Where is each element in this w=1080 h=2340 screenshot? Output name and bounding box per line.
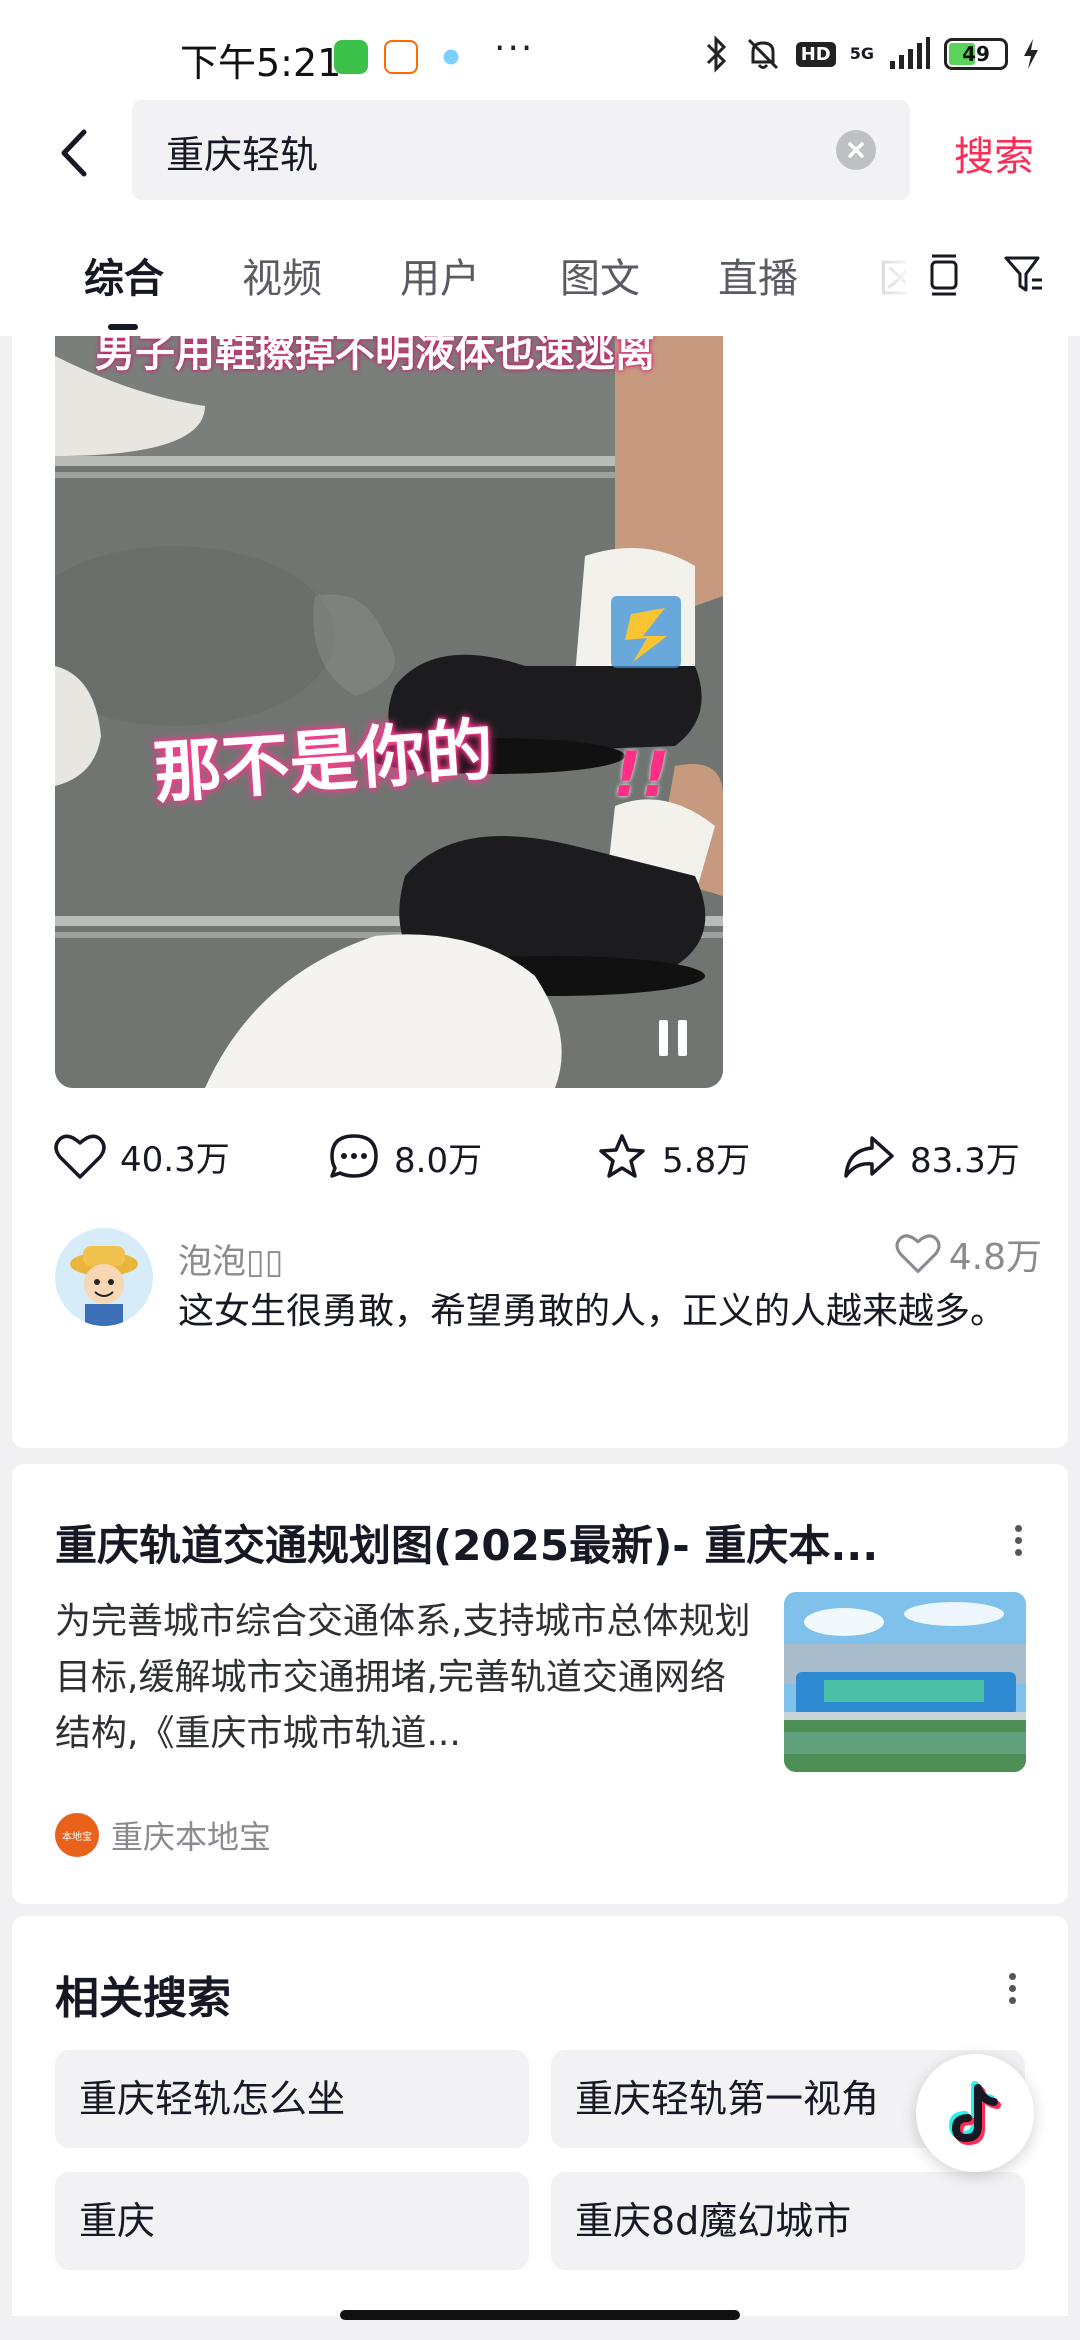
more-notifications-icon: ··· [494, 28, 535, 69]
douyin-logo-icon [948, 2081, 1001, 2146]
bluetooth-icon [706, 35, 726, 73]
like-count: 40.3万 [120, 1140, 230, 1180]
search-input[interactable]: 重庆轻轨 [132, 100, 910, 200]
top-comment[interactable]: 泡泡▯▯ 4.8万 这女生很勇敢，希望勇敢的人，正义的人越来越多。 [12, 1228, 1068, 1428]
douyin-floating-button[interactable] [916, 2054, 1034, 2172]
active-tab-indicator [108, 324, 138, 330]
video-player[interactable]: 男子用鞋擦掉不明液体也速逃离 那不是你的 !! [55, 336, 723, 1088]
search-query: 重庆轻轨 [166, 133, 319, 177]
tab-list-icon[interactable] [920, 250, 968, 298]
comment-like-count: 4.8万 [948, 1237, 1042, 1278]
article-title[interactable]: 重庆轨道交通规划图(2025最新)- 重庆本... [55, 1512, 955, 1573]
related-search-chip[interactable]: 重庆8d魔幻城市 [551, 2172, 1025, 2270]
article-thumbnail[interactable] [784, 1592, 1026, 1772]
like-button[interactable]: 40.3万 [54, 1132, 230, 1181]
wechat-notification-icon [334, 40, 368, 74]
share-arrow-icon [844, 1136, 894, 1178]
heart-icon [54, 1134, 106, 1179]
tab-users[interactable]: 用户 [400, 246, 480, 304]
tabs-fade [860, 240, 920, 300]
mute-bell-icon [747, 38, 778, 70]
video-actions: 40.3万 8.0万 5.8万 83.3万 [12, 1120, 1068, 1200]
article-description: 为完善城市综合交通体系,支持城市总体规划目标,缓解城市交通拥堵,完善轨道交通网络… [55, 1601, 751, 1754]
status-indicators: HD 5G 49 [704, 34, 1040, 74]
video-overlay-exclaim: !! [613, 738, 670, 811]
video-result-card: 男子用鞋擦掉不明液体也速逃离 那不是你的 !! 40.3万 8.0万 5.8万 … [12, 336, 1068, 1448]
favorite-count: 5.8万 [662, 1140, 751, 1181]
comment-count: 8.0万 [394, 1140, 483, 1181]
related-more-icon[interactable] [1002, 1968, 1022, 2018]
comment-bubble-icon [330, 1134, 378, 1178]
cloud-app-notification-icon [434, 40, 468, 74]
result-tabs: 综合 视频 用户 图文 直播 区 [0, 210, 1080, 336]
comment-like-button[interactable]: 4.8万 [895, 1228, 1042, 1280]
commenter-name[interactable]: 泡泡▯▯ [178, 1234, 283, 1283]
related-search-chip[interactable]: 重庆轻轨怎么坐 [55, 2050, 529, 2148]
star-icon [599, 1134, 645, 1178]
battery-indicator: 49 [944, 38, 1008, 70]
related-searches-card: 相关搜索 重庆轻轨怎么坐 重庆轻轨第一视角 重庆 重庆8d魔幻城市 [12, 1916, 1068, 2316]
share-count: 83.3万 [910, 1140, 1020, 1181]
status-bar: 下午5:21 ··· HD 5G 49 [0, 0, 1080, 100]
filter-icon[interactable] [1000, 250, 1048, 298]
charging-icon [1024, 39, 1038, 69]
heart-outline-icon [895, 1234, 941, 1274]
comment-button[interactable]: 8.0万 [328, 1132, 482, 1182]
tab-live[interactable]: 直播 [718, 246, 798, 304]
commenter-avatar[interactable] [55, 1228, 153, 1326]
network-type: 5G [849, 44, 874, 63]
source-logo-icon: 本地宝 [55, 1813, 99, 1857]
video-overlay-title: 男子用鞋擦掉不明液体也速逃离 [95, 336, 655, 376]
tab-video[interactable]: 视频 [242, 246, 322, 304]
article-result-card[interactable]: 重庆轨道交通规划图(2025最新)- 重庆本... 为完善城市综合交通体系,支持… [12, 1464, 1068, 1904]
related-search-chip[interactable]: 重庆 [55, 2172, 529, 2270]
tab-image-text[interactable]: 图文 [560, 246, 640, 304]
search-button[interactable]: 搜索 [954, 124, 1034, 182]
related-searches-title: 相关搜索 [55, 1973, 231, 2024]
comment-text: 这女生很勇敢，希望勇敢的人，正义的人越来越多。 [178, 1291, 1007, 1332]
tab-general[interactable]: 综合 [84, 246, 164, 304]
signal-icon [890, 37, 930, 69]
source-name: 重庆本地宝 [111, 1818, 272, 1856]
back-arrow-icon[interactable] [48, 118, 108, 188]
58-app-notification-icon [384, 40, 418, 74]
hd-badge: HD [795, 41, 836, 67]
search-header: 重庆轻轨 搜索 [0, 100, 1080, 210]
share-button[interactable]: 83.3万 [842, 1132, 1020, 1182]
pause-icon[interactable] [653, 1016, 693, 1060]
favorite-button[interactable]: 5.8万 [596, 1132, 750, 1182]
clear-search-icon[interactable] [836, 130, 876, 170]
article-source[interactable]: 本地宝 重庆本地宝 [55, 1812, 271, 1858]
home-indicator[interactable] [340, 2310, 740, 2320]
status-time: 下午5:21 [180, 41, 342, 85]
battery-level: 49 [962, 42, 990, 66]
article-more-icon[interactable] [1008, 1520, 1028, 1570]
